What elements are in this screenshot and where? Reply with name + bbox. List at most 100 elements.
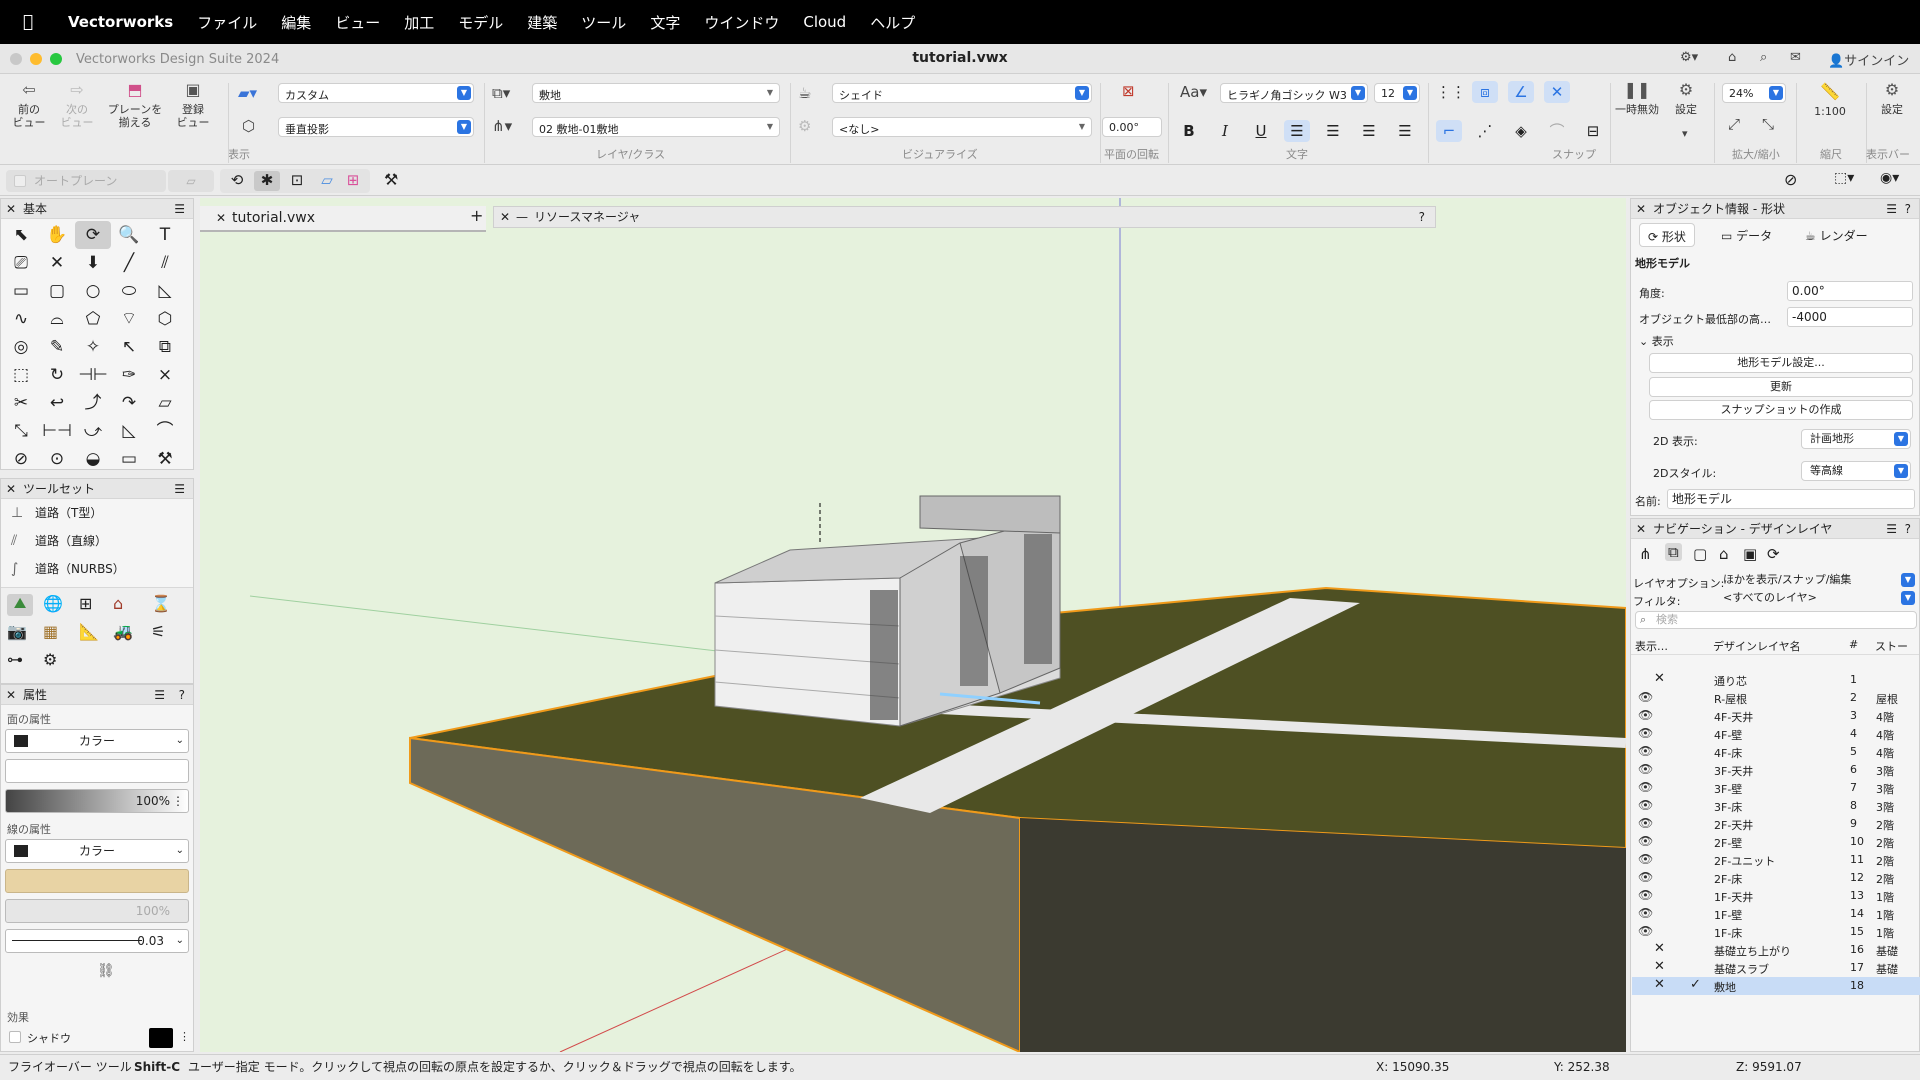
layer-search-input[interactable]: ⌕ 検索 bbox=[1635, 611, 1917, 629]
visibility-eye-icon[interactable]: 👁 bbox=[1638, 798, 1653, 812]
drawing-view[interactable] bbox=[200, 198, 1627, 1054]
help-icon[interactable]: ? bbox=[1419, 207, 1425, 227]
layer-row[interactable]: 👁 3F-床 8 3階 bbox=[1632, 797, 1920, 815]
bottom-height-input[interactable]: -4000 bbox=[1787, 307, 1913, 327]
flyover-view-center-icon[interactable]: ⊡ bbox=[284, 171, 310, 191]
angle-input[interactable]: 0.00° bbox=[1787, 281, 1913, 301]
help-icon[interactable]: ? bbox=[1905, 519, 1911, 539]
menu-text[interactable]: 文字 bbox=[638, 12, 692, 33]
visibility-eye-icon[interactable]: 👁 bbox=[1638, 726, 1653, 740]
building-shell-icon[interactable]: ⊞ bbox=[79, 594, 92, 613]
auto-plane-toggle[interactable]: オートプレーン bbox=[6, 170, 166, 192]
auto-plane-checkbox[interactable] bbox=[14, 175, 26, 187]
home-icon[interactable]: ⌂ bbox=[1728, 50, 1736, 65]
layer-select[interactable]: 敷地 ▼ bbox=[532, 83, 780, 103]
align-center-button[interactable]: ☰ bbox=[1320, 120, 1346, 142]
tab-views-icon[interactable]: ⌂ bbox=[1719, 545, 1729, 563]
basic-tool-6[interactable]: ✕ bbox=[39, 249, 75, 277]
layer-row[interactable]: 👁 2F-床 12 2階 bbox=[1632, 869, 1920, 887]
basic-tool-32[interactable]: ⤴ bbox=[75, 389, 111, 417]
basic-tool-20[interactable]: ◎ bbox=[3, 333, 39, 361]
menu-help[interactable]: ヘルプ bbox=[858, 12, 927, 33]
menu-tools[interactable]: ツール bbox=[569, 12, 638, 33]
layer-row[interactable]: 👁 1F-天井 13 1階 bbox=[1632, 887, 1920, 905]
pen-color-field[interactable] bbox=[5, 869, 189, 893]
line-weight-select[interactable]: 0.03 ⌄ bbox=[5, 929, 189, 953]
close-icon[interactable]: ✕ bbox=[6, 685, 16, 705]
basic-tool-29[interactable]: ⨯ bbox=[147, 361, 183, 389]
fill-color-swatch[interactable] bbox=[14, 735, 28, 747]
visibility-eye-icon[interactable]: 👁 bbox=[1638, 762, 1653, 776]
signin-button[interactable]: 👤サインイン bbox=[1828, 50, 1909, 69]
display-section[interactable]: ⌄ 表示 bbox=[1639, 333, 1674, 349]
prev-view-button[interactable]: ⇦ 前の ビュー bbox=[8, 82, 50, 130]
class-select[interactable]: 02 敷地-01敷地 ▼ bbox=[532, 117, 780, 137]
filter-select[interactable]: <すべてのレイヤ> ▼ bbox=[1715, 589, 1917, 609]
layer-row[interactable]: 👁 4F-壁 4 4階 bbox=[1632, 725, 1920, 743]
menu-modify[interactable]: 加工 bbox=[392, 12, 446, 33]
menu-window[interactable]: ウインドウ bbox=[692, 12, 791, 33]
menu-view[interactable]: ビュー bbox=[323, 12, 392, 33]
hidden-mark-icon[interactable]: ✕ bbox=[1654, 977, 1665, 992]
basic-tool-17[interactable]: ⬠ bbox=[75, 305, 111, 333]
layer-row[interactable]: 👁 3F-壁 7 3階 bbox=[1632, 779, 1920, 797]
layer-row[interactable]: ✕ 通り芯 1 bbox=[1632, 671, 1920, 689]
flyover-object-center-icon[interactable]: ✱ bbox=[254, 171, 280, 191]
basic-tool-27[interactable]: ⊣⊢ bbox=[75, 361, 111, 389]
fill-type-select[interactable]: カラー ⌄ bbox=[5, 729, 189, 753]
resource-manager-bar[interactable]: ✕ — リソースマネージャ ? bbox=[493, 206, 1436, 228]
detailing-icon[interactable]: ▦ bbox=[43, 622, 58, 641]
visibility-eye-icon[interactable]: 👁 bbox=[1638, 708, 1653, 722]
basic-tool-8[interactable]: ╱ bbox=[111, 249, 147, 277]
basic-tool-30[interactable]: ✂ bbox=[3, 389, 39, 417]
display2d-select[interactable]: 計画地形 ▼ bbox=[1801, 429, 1911, 449]
menu-icon[interactable]: ☰ bbox=[1886, 519, 1897, 539]
search-icon[interactable]: ⌕ bbox=[1760, 50, 1767, 65]
basic-tool-4[interactable]: T bbox=[147, 221, 183, 249]
visibility-eye-icon[interactable]: 👁 bbox=[1638, 780, 1653, 794]
visibility-eye-icon[interactable]: 👁 bbox=[1638, 906, 1653, 920]
hidden-mark-icon[interactable]: ✕ bbox=[1654, 959, 1665, 974]
site-planning-icon[interactable]: ⛰ bbox=[7, 594, 33, 616]
tab-data[interactable]: ▭ データ bbox=[1721, 227, 1772, 244]
menu-icon[interactable]: ☰ bbox=[154, 685, 165, 705]
dimension-icon[interactable]: 📐 bbox=[79, 622, 99, 641]
col-name[interactable]: デザインレイヤ名 bbox=[1713, 638, 1801, 654]
tab-render[interactable]: ☕ レンダー bbox=[1805, 227, 1868, 244]
basic-tool-23[interactable]: ↖ bbox=[111, 333, 147, 361]
toolset-item-road-t[interactable]: ⊥ 道路（T型） bbox=[1, 499, 193, 527]
basic-tool-2[interactable]: ⟳ bbox=[75, 221, 111, 249]
snapshot-button[interactable]: スナップショットの作成 bbox=[1649, 400, 1913, 420]
menu-cloud[interactable]: Cloud bbox=[791, 13, 858, 31]
layer-row[interactable]: 👁 R-屋根 2 屋根 bbox=[1632, 689, 1920, 707]
basic-tool-42[interactable]: ◒ bbox=[75, 445, 111, 473]
visibility-eye-icon[interactable]: 👁 bbox=[1638, 816, 1653, 830]
snap-grid-icon[interactable]: ⋮⋮ bbox=[1436, 81, 1466, 103]
basic-tool-14[interactable]: ◺ bbox=[147, 277, 183, 305]
toolset-item-road-nurbs[interactable]: ∫ 道路（NURBS） bbox=[1, 555, 193, 583]
basic-tool-16[interactable]: ⌓ bbox=[39, 305, 75, 333]
new-tab-button[interactable]: + bbox=[470, 206, 483, 225]
name-input[interactable]: 地形モデル bbox=[1667, 489, 1915, 509]
basic-tool-37[interactable]: ⤻ bbox=[75, 417, 111, 445]
basic-tool-3[interactable]: 🔍 bbox=[111, 221, 147, 249]
snap-distance-icon[interactable]: ⌐ bbox=[1436, 120, 1462, 142]
basic-tool-39[interactable]: ⌒ bbox=[147, 417, 183, 445]
switch-icon[interactable]: ⊶ bbox=[7, 650, 23, 669]
flyover-plane-icon[interactable]: ▱ bbox=[314, 171, 340, 191]
visibility-eye-icon[interactable]: 👁 bbox=[1638, 870, 1653, 884]
col-visibility[interactable]: 表示… bbox=[1635, 638, 1668, 654]
justify-button[interactable]: ☰ bbox=[1392, 120, 1418, 142]
italic-button[interactable]: I bbox=[1212, 120, 1238, 142]
visibility-eye-icon[interactable]: 👁 bbox=[1638, 744, 1653, 758]
close-icon[interactable]: ✕ bbox=[6, 199, 16, 219]
layer-row[interactable]: 👁 4F-天井 3 4階 bbox=[1632, 707, 1920, 725]
visibility-eye-icon[interactable]: 👁 bbox=[1638, 834, 1653, 848]
menu-model[interactable]: モデル bbox=[446, 12, 515, 33]
machine-icon[interactable]: ⚟ bbox=[151, 622, 165, 641]
basic-tool-34[interactable]: ▱ bbox=[147, 389, 183, 417]
projection-icon[interactable]: ⬡ bbox=[242, 117, 255, 135]
basic-tool-28[interactable]: ✑ bbox=[111, 361, 147, 389]
basic-tool-31[interactable]: ↩ bbox=[39, 389, 75, 417]
visibility-off-icon[interactable]: ⊘ bbox=[1784, 170, 1797, 189]
